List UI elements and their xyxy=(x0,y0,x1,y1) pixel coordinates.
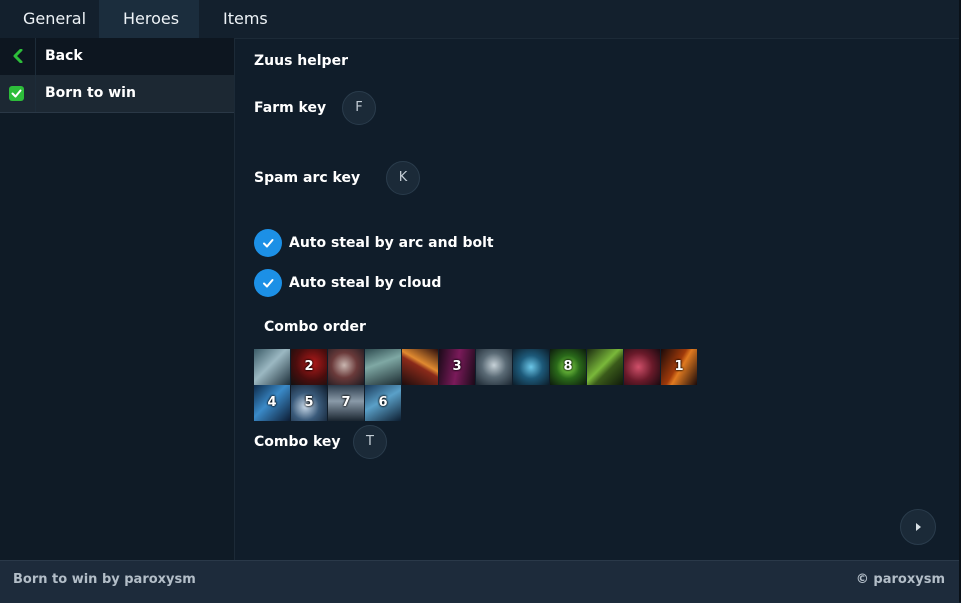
enabled-checkbox[interactable] xyxy=(9,86,24,101)
option-label: Auto steal by arc and bolt xyxy=(289,235,494,251)
chevron-left-icon xyxy=(13,49,23,63)
sidebar-checkbox-cell xyxy=(0,75,36,112)
footer-copyright: © paroxysm xyxy=(855,572,945,587)
sidebar: Back Born to win xyxy=(0,38,235,560)
combo-key-button[interactable]: T xyxy=(353,425,387,459)
dark-dagger-ability-icon[interactable]: 3 xyxy=(439,349,475,385)
hero-settings-panel: Zuus helper Farm key F Spam arc key K Au… xyxy=(235,38,959,560)
play-icon xyxy=(916,523,921,531)
combo-order-label: Combo order xyxy=(264,319,366,335)
storm-face-ability-icon[interactable] xyxy=(476,349,512,385)
back-label: Back xyxy=(45,48,83,64)
next-page-button[interactable] xyxy=(900,509,936,545)
green-blade-ability-icon[interactable] xyxy=(587,349,623,385)
red-claw-ability-icon[interactable] xyxy=(624,349,660,385)
fire-blade-ability-icon[interactable]: 1 xyxy=(661,349,697,385)
blue-orb-ability-icon[interactable] xyxy=(513,349,549,385)
farm-key-label: Farm key xyxy=(254,100,327,116)
sidebar-item-label: Born to win xyxy=(45,85,136,101)
spam-arc-key-label: Spam arc key xyxy=(254,170,361,186)
ice-shard-ability-icon[interactable]: 4 xyxy=(254,385,290,421)
spirit-beast-ability-icon[interactable]: 5 xyxy=(291,385,327,421)
option-label: Auto steal by cloud xyxy=(289,275,442,291)
tab-general[interactable]: General xyxy=(0,0,99,38)
checkbox-checked[interactable] xyxy=(254,229,282,257)
shadow-figure-ability-icon[interactable]: 7 xyxy=(328,385,364,421)
check-icon xyxy=(11,89,22,98)
tab-heroes[interactable]: Heroes xyxy=(99,0,199,38)
teal-warrior-ability-icon[interactable] xyxy=(365,349,401,385)
footer: Born to win by paroxysm © paroxysm xyxy=(0,560,959,603)
check-icon xyxy=(263,239,274,248)
panel-title: Zuus helper xyxy=(254,53,348,69)
spam-arc-key-button[interactable]: K xyxy=(386,161,420,195)
tab-items[interactable]: Items xyxy=(199,0,279,38)
crystal-shield-ability-icon[interactable]: 6 xyxy=(365,385,401,421)
ice-spirit-ability-icon[interactable] xyxy=(254,349,290,385)
back-button[interactable]: Back xyxy=(0,38,234,76)
combo-key-label: Combo key xyxy=(254,434,341,450)
red-demon-ability-icon[interactable]: 2 xyxy=(291,349,327,385)
sidebar-item-born-to-win[interactable]: Born to win xyxy=(0,75,234,113)
armored-figure-ability-icon[interactable] xyxy=(328,349,364,385)
footer-credit: Born to win by paroxysm xyxy=(13,572,196,587)
farm-key-button[interactable]: F xyxy=(342,91,376,125)
tab-bar: General Heroes Items xyxy=(0,0,959,39)
back-icon-cell xyxy=(0,38,36,75)
checkbox-checked[interactable] xyxy=(254,269,282,297)
check-icon xyxy=(263,279,274,288)
fire-spear-ability-icon[interactable] xyxy=(402,349,438,385)
green-sphere-ability-icon[interactable]: 8 xyxy=(550,349,586,385)
combo-order-list: 2 3 8 1 4 5 7 6 xyxy=(254,349,698,421)
